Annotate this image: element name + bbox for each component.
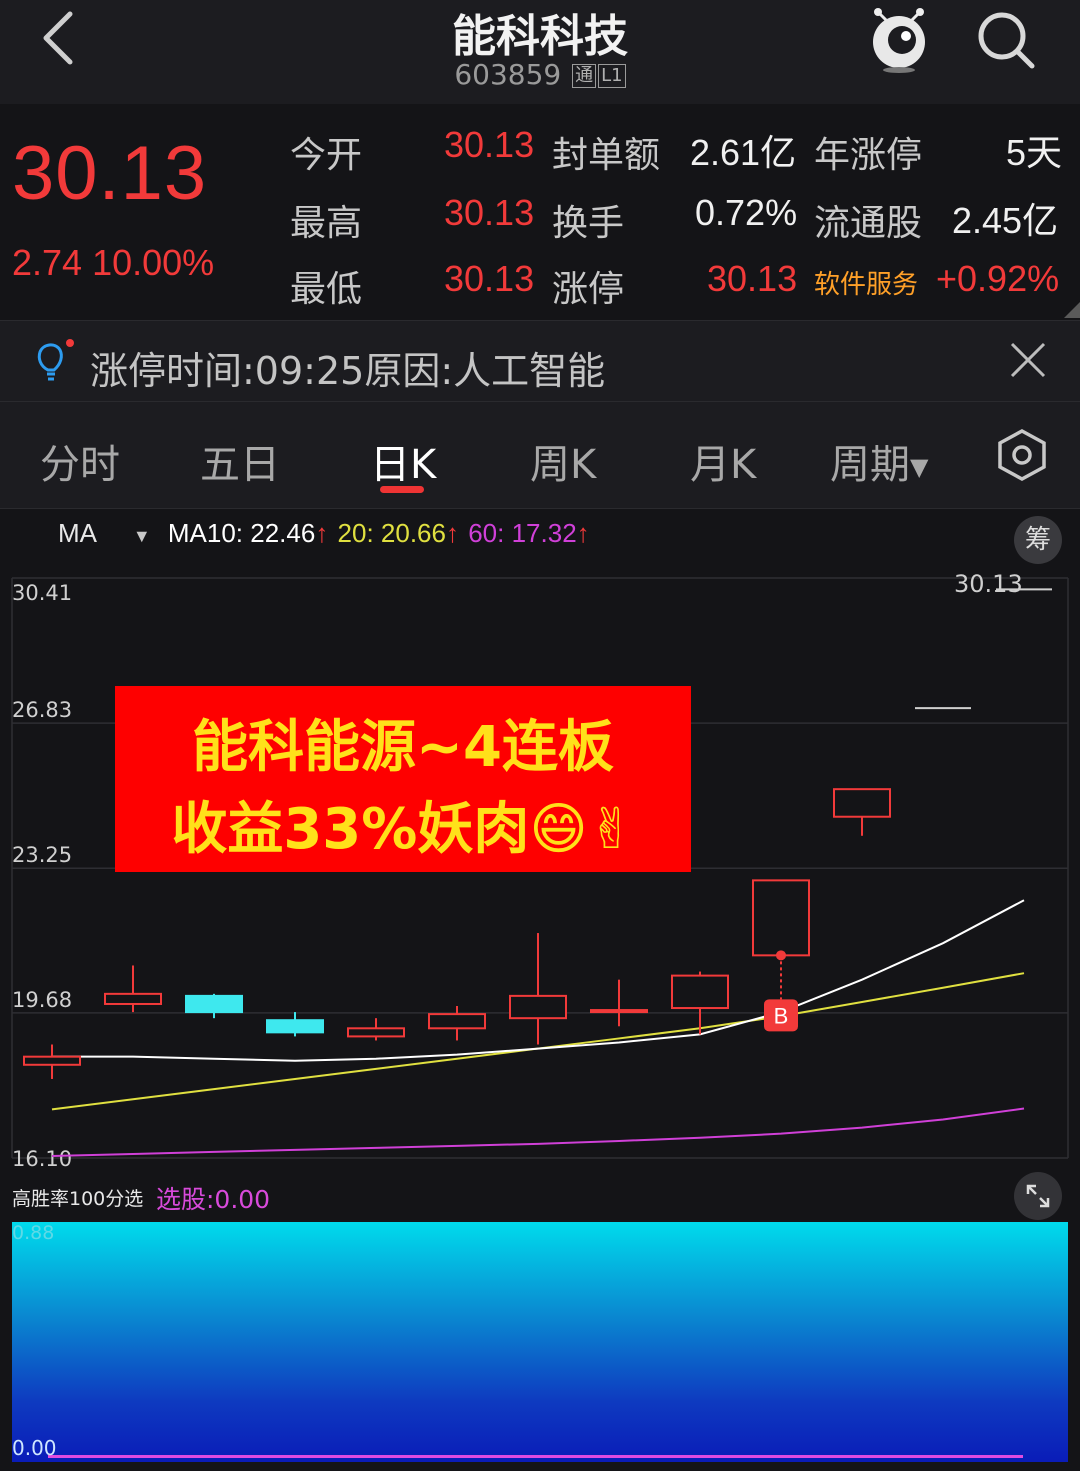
candle-body (104, 992, 162, 1005)
low-value: 30.13 (444, 258, 535, 299)
active-tab-indicator (380, 486, 424, 493)
close-icon[interactable] (1008, 340, 1048, 380)
limit-up-value: 30.13 (707, 258, 798, 299)
chip-distribution-button[interactable]: 筹 (1014, 516, 1062, 564)
candle-body (590, 1009, 648, 1014)
candlestick (23, 1044, 81, 1079)
sector-change: +0.92% (936, 258, 1060, 299)
ma10-value: MA10: 22.46 (167, 518, 316, 548)
turnover-label: 换手 (552, 203, 625, 244)
yearly-limit-up-label: 年涨停 (814, 135, 923, 176)
y-axis-label: 19.68 (12, 988, 72, 1012)
seal-amount-value: 2.61亿 (690, 132, 797, 173)
candle-body (752, 879, 810, 957)
y-axis-label: 30.41 (12, 581, 72, 605)
float-shares-label: 流通股 (814, 203, 923, 244)
sector-name[interactable]: 软件服务 (814, 264, 918, 301)
expand-arrows-icon (1026, 1184, 1050, 1208)
y-axis-label: 23.25 (12, 843, 72, 867)
tab-monthly-k[interactable]: 月K (690, 432, 756, 490)
open-value: 30.13 (444, 124, 535, 165)
ma60-value: 60: 17.32 (468, 518, 577, 548)
level-badge: L1 (598, 64, 626, 88)
tab-daily-k[interactable]: 日K (370, 432, 436, 490)
limit-up-reason: 涨停时间:09:25原因:人工智能 (90, 349, 606, 393)
candle-body (671, 974, 729, 1010)
tab-period-label: 周期 (830, 442, 910, 488)
tab-intraday[interactable]: 分时 (40, 432, 120, 490)
indicator-line (48, 1455, 1023, 1458)
mascot-icon[interactable] (866, 4, 932, 74)
ma-dropdown-icon[interactable]: ▼ (133, 526, 151, 546)
candle-body (266, 1019, 324, 1034)
low-label: 最低 (290, 269, 363, 310)
ma-row: MA ▼ MA10: 22.46↑ 20: 20.66↑ 60: 17.32↑ (58, 518, 590, 549)
expand-icon[interactable] (1014, 1172, 1062, 1220)
high-label: 最高 (290, 203, 363, 244)
indicator-panel (12, 1222, 1068, 1462)
candle-body (509, 994, 567, 1020)
indicator-select-value: 选股:0.00 (156, 1185, 271, 1214)
candle-body (23, 1055, 81, 1066)
candlestick (266, 1012, 324, 1037)
y-axis-labels: 30.41 26.83 23.25 19.68 16.10 (12, 581, 72, 1171)
open-label: 今开 (290, 135, 363, 176)
candlestick (752, 879, 810, 957)
candle-body (428, 1013, 486, 1030)
indicator-name[interactable]: 高胜率100分选 (12, 1184, 143, 1211)
candle-body (833, 788, 891, 818)
limit-up-label: 涨停 (552, 269, 625, 310)
promo-line-1: 能科能源~4连板 (192, 715, 614, 780)
y-axis-label: 26.83 (12, 698, 72, 722)
tab-weekly-k[interactable]: 周K (530, 432, 596, 490)
dropdown-caret-icon: ▼ (910, 453, 929, 481)
seal-amount-label: 封单额 (552, 135, 661, 176)
candle-body (347, 1027, 405, 1038)
indicator-bottom-value: 0.00 (12, 1436, 57, 1460)
stock-code: 603859 (454, 58, 562, 91)
float-shares-value: 2.45亿 (952, 200, 1059, 241)
candle-body (185, 994, 243, 1014)
candlestick (509, 933, 567, 1045)
ma10-arrow-icon: ↑ (315, 518, 329, 548)
buy-marker-label: B (774, 1003, 789, 1028)
last-price: 30.13 (12, 131, 208, 216)
candlestick (185, 993, 243, 1019)
settings-hexagon-icon[interactable] (996, 428, 1048, 482)
ma20-arrow-icon: ↑ (445, 518, 459, 548)
candlestick (104, 965, 162, 1013)
yearly-limit-up-value: 5天 (1006, 132, 1063, 173)
ma60-arrow-icon: ↑ (576, 518, 590, 548)
ma-selector-label[interactable]: MA (58, 518, 96, 548)
ma60-line (51, 1107, 1025, 1157)
y-axis-label: 16.10 (12, 1147, 72, 1171)
tab-period-dropdown[interactable]: 周期▼ (830, 432, 928, 490)
search-icon[interactable] (974, 8, 1038, 72)
price-change: 2.74 10.00% (12, 242, 215, 283)
chart-markers: 30.13 B (764, 570, 1023, 1032)
candlestick (590, 979, 648, 1027)
tab-five-day[interactable]: 五日 (200, 432, 280, 490)
candlestick (428, 1006, 486, 1041)
candlestick (347, 1018, 405, 1041)
promo-line-2: 收益33%妖肉😄✌ (171, 797, 635, 862)
ma20-value: 20: 20.66 (337, 518, 446, 548)
last-price-label: 30.13 (954, 570, 1023, 598)
connect-badge: 通 (572, 64, 597, 88)
candlestick (833, 788, 891, 836)
indicator-top-value: 0.88 (12, 1222, 55, 1244)
high-value: 30.13 (444, 192, 535, 233)
lightbulb-icon (37, 339, 74, 381)
buy-marker-dot (776, 950, 786, 961)
expand-corner-icon[interactable] (1064, 302, 1080, 318)
turnover-value: 0.72% (695, 192, 798, 233)
